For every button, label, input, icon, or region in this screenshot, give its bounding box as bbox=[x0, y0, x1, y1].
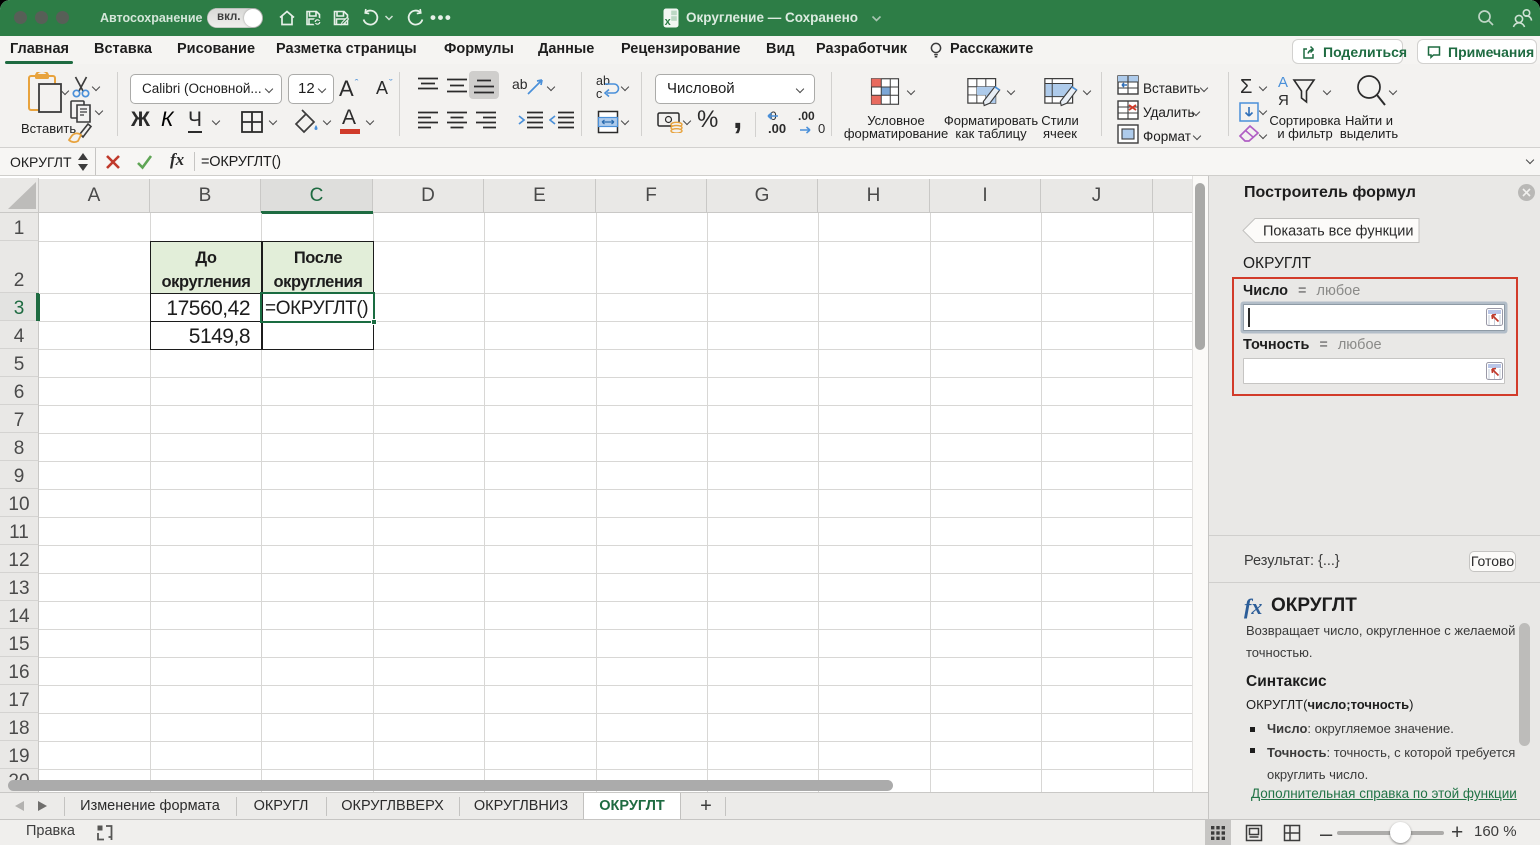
svg-text:ab: ab bbox=[596, 74, 610, 88]
svg-text:А: А bbox=[1278, 74, 1288, 91]
svg-text:.00: .00 bbox=[768, 121, 786, 136]
svg-text:.00: .00 bbox=[798, 110, 815, 123]
svg-text:x: x bbox=[665, 16, 672, 28]
svg-text:ab: ab bbox=[512, 76, 528, 92]
svg-text:Я: Я bbox=[1278, 92, 1289, 109]
svg-text:Показать все функции: Показать все функции bbox=[1263, 224, 1413, 240]
svg-text:c: c bbox=[596, 87, 602, 100]
svg-text:0: 0 bbox=[818, 121, 825, 136]
